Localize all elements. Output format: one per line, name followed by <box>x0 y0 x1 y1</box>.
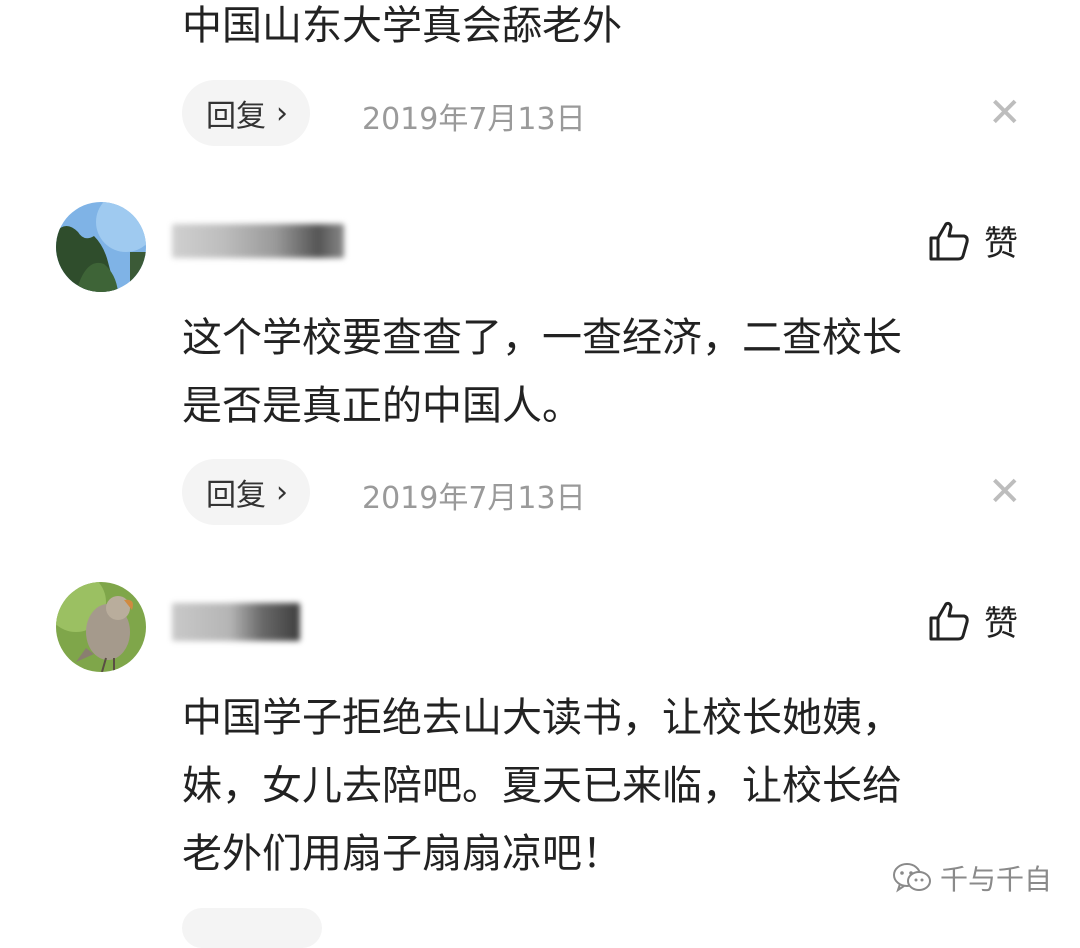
comment-date: 2019年7月13日 <box>362 102 586 137</box>
comment-2-text: 这个学校要查查了，一查经济，二查校长 是否是真正的中国人。 <box>182 304 902 440</box>
comment-date: 2019年7月13日 <box>362 481 586 516</box>
chevron-right-icon: › <box>276 95 288 131</box>
like-label: 赞 <box>984 224 1018 264</box>
comment-3-text: 中国学子拒绝去山大读书，让校长她姨， 妹，女儿去陪吧。夏天已来临，让校长给 老外… <box>182 684 902 888</box>
watermark: 千与千自 <box>892 858 1052 898</box>
avatar[interactable] <box>56 582 146 672</box>
reply-button[interactable] <box>182 908 322 948</box>
reply-label: 回复 <box>206 478 266 513</box>
reply-button[interactable]: 回复 › <box>182 459 310 525</box>
reply-button[interactable]: 回复 › <box>182 80 310 146</box>
comment-line: 这个学校要查查了，一查经济，二查校长 <box>182 315 902 361</box>
comment-line: 老外们用扇子扇扇凉吧！ <box>182 831 622 877</box>
comment-line: 妹，女儿去陪吧。夏天已来临，让校长给 <box>182 763 902 809</box>
chevron-right-icon: › <box>276 474 288 510</box>
watermark-text: 千与千自 <box>940 863 1053 896</box>
thumbs-up-icon <box>929 601 969 640</box>
username-redacted <box>172 603 300 641</box>
wechat-icon <box>893 863 931 893</box>
like-button[interactable]: 赞 <box>928 596 1018 645</box>
avatar[interactable] <box>56 202 146 292</box>
username-redacted <box>172 224 344 258</box>
like-label: 赞 <box>984 604 1018 644</box>
close-icon[interactable]: ✕ <box>988 472 1022 512</box>
like-button[interactable]: 赞 <box>928 216 1018 265</box>
thumbs-up-icon <box>929 221 969 260</box>
comment-1-text: 中国山东大学真会舔老外 <box>182 0 622 60</box>
comment-line: 中国学子拒绝去山大读书，让校长她姨， <box>182 695 902 741</box>
close-icon[interactable]: ✕ <box>988 93 1022 133</box>
reply-label: 回复 <box>206 99 266 134</box>
comment-line: 是否是真正的中国人。 <box>182 383 582 429</box>
comment-line: 中国山东大学真会舔老外 <box>182 3 622 49</box>
